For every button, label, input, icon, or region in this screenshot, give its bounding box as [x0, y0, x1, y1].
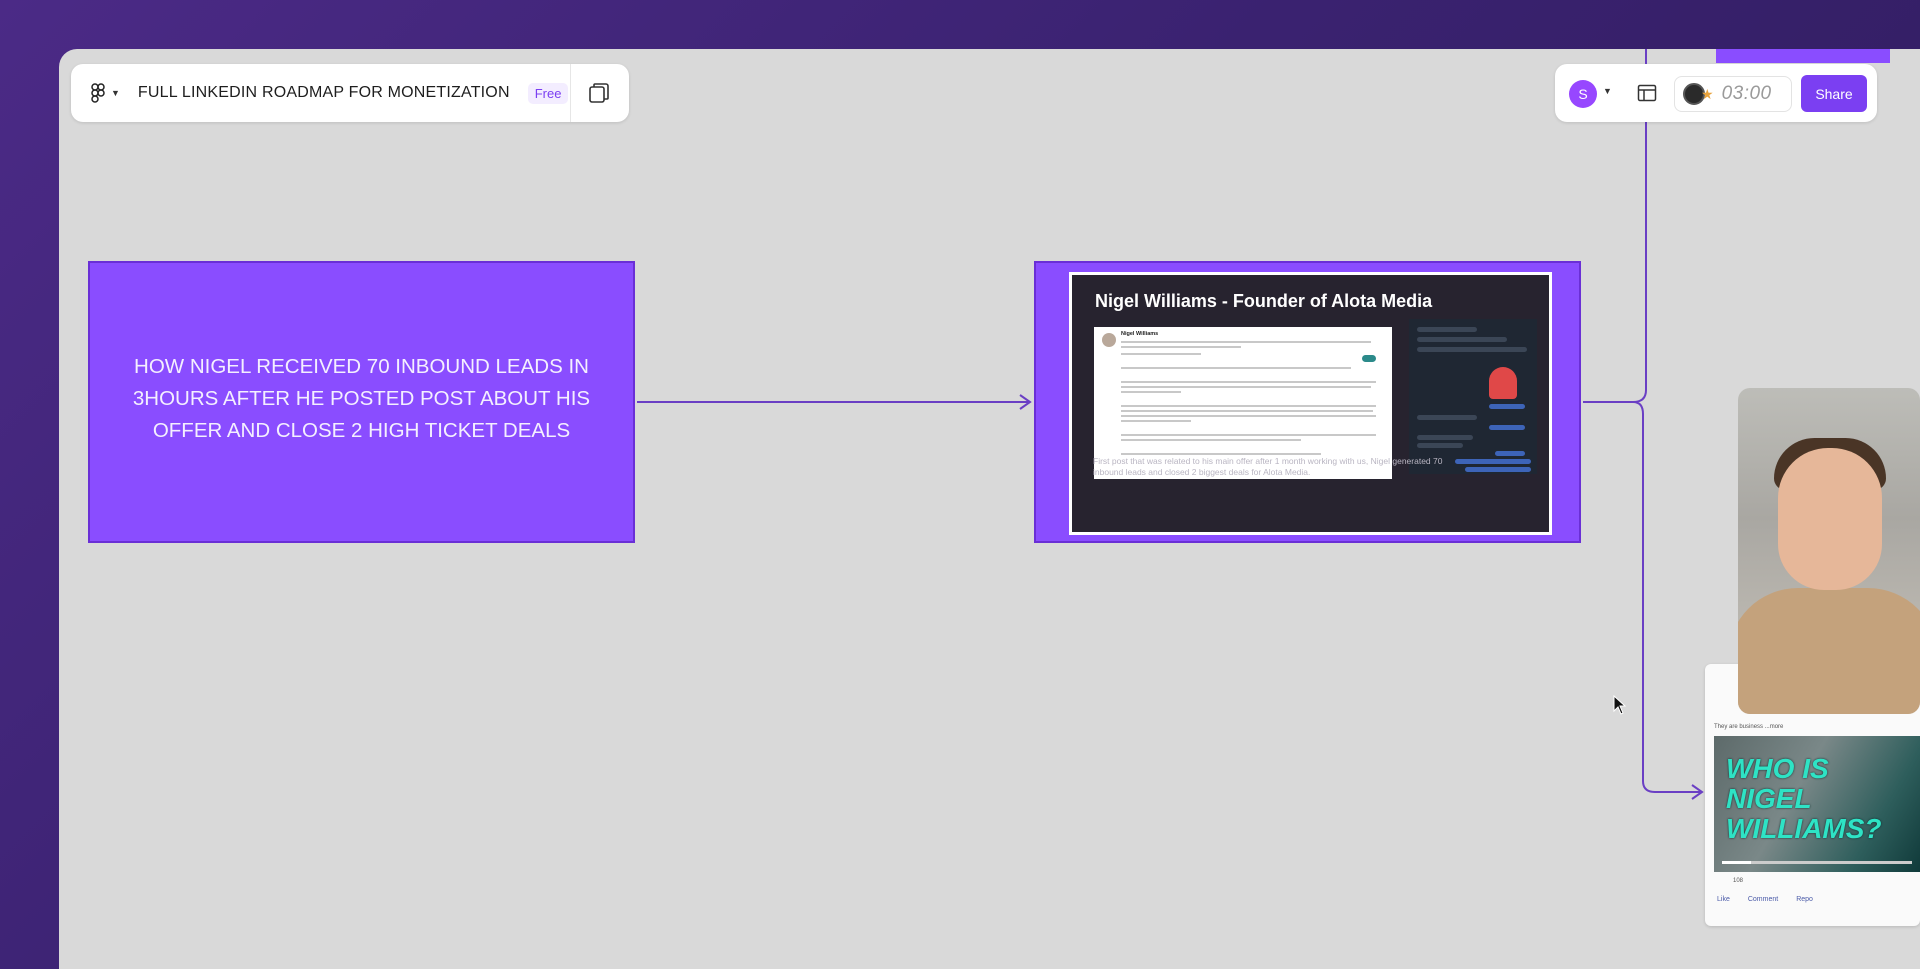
share-button[interactable]: Share	[1801, 75, 1867, 112]
video-thumbnail[interactable]: WHO IS NIGEL WILLIAMS?	[1714, 736, 1920, 872]
reaction-count: 108	[1733, 878, 1744, 884]
file-toolbar: ▼ FULL LINKEDIN ROADMAP FOR MONETIZATION…	[71, 64, 629, 122]
screenshot-title: Nigel Williams - Founder of Alota Media	[1095, 291, 1433, 311]
pages-button[interactable]	[587, 81, 611, 110]
post-avatar	[1102, 333, 1116, 347]
webcam-overlay[interactable]	[1738, 388, 1920, 714]
user-avatar[interactable]: S	[1569, 80, 1597, 108]
webcam-person-hoodie	[1738, 588, 1920, 714]
timer-widget[interactable]: ★ 03:00	[1674, 76, 1792, 112]
plan-badge[interactable]: Free	[527, 82, 569, 104]
toggle-icon	[1362, 355, 1376, 362]
collab-toolbar: S ▼ ★ 03:00 Share	[1555, 64, 1877, 122]
post-actions: Like Comment Repo	[1717, 896, 1813, 903]
post-snippet: They are business ...more	[1714, 724, 1784, 730]
toolbar-divider	[570, 64, 571, 122]
main-menu-button[interactable]: ▼	[91, 83, 120, 103]
layout-icon	[1637, 84, 1657, 102]
comment-button[interactable]: Comment	[1748, 896, 1778, 903]
figma-menu-icon	[91, 83, 105, 103]
repost-button[interactable]: Repo	[1796, 896, 1813, 903]
screenshot-caption: First post that was related to his main …	[1093, 456, 1443, 477]
like-button[interactable]: Like	[1717, 896, 1730, 903]
post-author: Nigel Williams	[1121, 331, 1159, 337]
ghost-emoji	[1489, 367, 1517, 399]
video-title: WHO IS NIGEL WILLIAMS?	[1726, 753, 1882, 844]
headline-card[interactable]: HOW NIGEL RECEIVED 70 INBOUND LEADS IN 3…	[88, 261, 635, 543]
video-progress[interactable]	[1722, 861, 1912, 864]
testimonial-card[interactable]: Nigel Williams - Founder of Alota Media …	[1034, 261, 1581, 543]
cursor-icon	[1613, 695, 1627, 715]
chevron-down-icon: ▼	[111, 88, 120, 98]
testimonial-screenshot: Nigel Williams - Founder of Alota Media …	[1069, 272, 1552, 535]
headline-text: HOW NIGEL RECEIVED 70 INBOUND LEADS IN 3…	[132, 355, 591, 442]
chat-screenshot	[1409, 319, 1537, 474]
pages-icon	[589, 83, 609, 103]
timer-value: 03:00	[1721, 83, 1772, 104]
layout-button[interactable]	[1637, 83, 1657, 108]
file-title[interactable]: FULL LINKEDIN ROADMAP FOR MONETIZATION	[138, 84, 510, 102]
webcam-person-face	[1778, 448, 1882, 590]
chevron-down-icon[interactable]: ▼	[1603, 86, 1612, 96]
star-icon: ★	[1701, 85, 1714, 102]
